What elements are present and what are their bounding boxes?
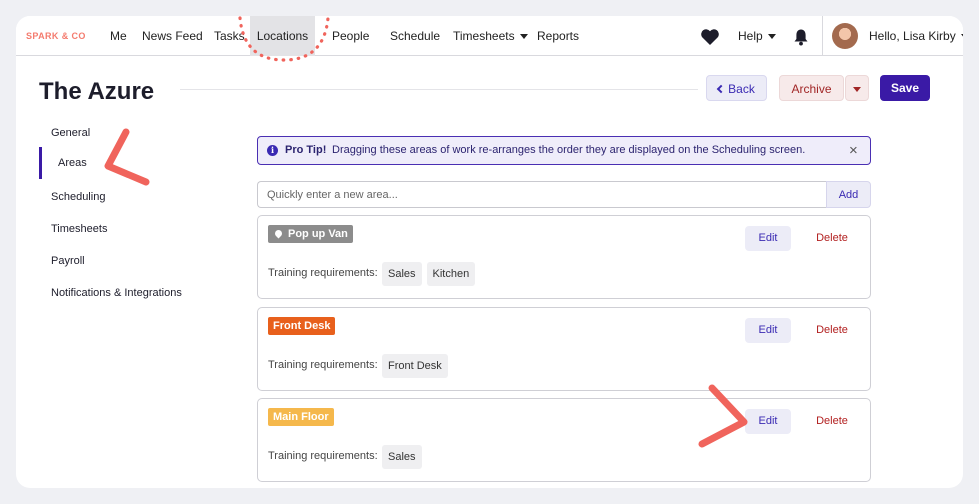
avatar[interactable]	[832, 23, 858, 49]
edit-area-button[interactable]: Edit	[745, 318, 791, 343]
nav-divider	[822, 16, 823, 56]
training-requirements-label: Training requirements:	[268, 267, 378, 279]
map-pin-icon	[273, 228, 284, 239]
pro-tip-banner: i Pro Tip! Dragging these areas of work …	[257, 136, 871, 165]
new-area-input[interactable]	[257, 181, 826, 208]
requirement-chip: Sales	[382, 445, 422, 469]
area-card-pop-up-van[interactable]: Pop up Van Edit Delete Training requirem…	[257, 215, 871, 299]
heart-icon	[701, 29, 719, 45]
training-requirements-label: Training requirements:	[268, 359, 378, 371]
sidebar-item-timesheets[interactable]: Timesheets	[51, 223, 107, 235]
area-card-front-desk[interactable]: Front Desk Edit Delete Training requirem…	[257, 307, 871, 391]
archive-dropdown-button[interactable]	[845, 75, 869, 101]
edit-area-button[interactable]: Edit	[745, 226, 791, 251]
area-name: Front Desk	[273, 320, 331, 332]
archive-button[interactable]: Archive	[779, 75, 844, 101]
bell-icon	[794, 29, 808, 46]
pro-tip-label: Pro Tip!	[285, 144, 327, 156]
requirement-chip: Sales	[382, 262, 422, 286]
training-requirements-list: Sales Kitchen	[382, 262, 476, 286]
back-label: Back	[728, 82, 755, 96]
pro-tip-text: Dragging these areas of work re-arranges…	[332, 144, 806, 156]
edit-area-button[interactable]: Edit	[745, 409, 791, 434]
training-requirements-label: Training requirements:	[268, 450, 378, 462]
add-area-button[interactable]: Add	[826, 181, 871, 208]
area-tag: Pop up Van	[268, 225, 353, 243]
help-menu[interactable]: Help	[738, 16, 776, 56]
area-tag: Main Floor	[268, 408, 334, 426]
close-icon[interactable]: ×	[849, 137, 858, 164]
app-window: SPARK & CO Me News Feed Tasks Locations …	[16, 16, 963, 488]
area-card-main-floor[interactable]: Main Floor Edit Delete Training requirem…	[257, 398, 871, 482]
save-button[interactable]: Save	[880, 75, 930, 101]
top-nav: SPARK & CO Me News Feed Tasks Locations …	[16, 16, 963, 56]
chevron-down-icon	[519, 34, 528, 40]
chevron-down-icon	[960, 34, 963, 40]
chevron-left-icon	[716, 84, 726, 94]
sidebar-item-notifications-integrations[interactable]: Notifications & Integrations	[51, 287, 182, 299]
delete-area-button[interactable]: Delete	[810, 318, 854, 343]
training-requirements-list: Front Desk	[382, 354, 448, 378]
sidebar-item-scheduling[interactable]: Scheduling	[51, 191, 105, 203]
chevron-down-icon	[853, 87, 861, 93]
notifications-button[interactable]	[793, 16, 809, 56]
training-requirements-list: Sales	[382, 445, 422, 469]
area-name: Pop up Van	[288, 228, 348, 240]
area-tag: Front Desk	[268, 317, 336, 335]
nav-item-people[interactable]: People	[332, 16, 369, 56]
delete-area-button[interactable]: Delete	[810, 409, 854, 434]
nav-item-timesheets-label: Timesheets	[453, 29, 515, 43]
help-label: Help	[738, 29, 763, 43]
delete-area-button[interactable]: Delete	[810, 226, 854, 251]
requirement-chip: Front Desk	[382, 354, 448, 378]
requirement-chip: Kitchen	[426, 262, 476, 286]
title-divider	[180, 89, 698, 90]
annotation-chevron-areas	[104, 128, 150, 186]
info-icon: i	[267, 145, 278, 156]
nav-item-news-feed[interactable]: News Feed	[142, 16, 203, 56]
nav-item-me[interactable]: Me	[110, 16, 127, 56]
nav-item-reports[interactable]: Reports	[537, 16, 579, 56]
favorites-heart-button[interactable]	[700, 16, 720, 56]
user-label: Hello, Lisa Kirby	[869, 29, 956, 43]
page-title: The Azure	[39, 78, 155, 105]
area-name: Main Floor	[273, 411, 329, 423]
nav-item-tasks[interactable]: Tasks	[214, 16, 245, 56]
nav-item-schedule[interactable]: Schedule	[390, 16, 440, 56]
user-menu[interactable]: Hello, Lisa Kirby	[869, 16, 963, 56]
brand-logo[interactable]: SPARK & CO	[26, 31, 86, 41]
nav-item-timesheets[interactable]: Timesheets	[453, 16, 528, 56]
back-button[interactable]: Back	[706, 75, 767, 101]
nav-item-locations[interactable]: Locations	[250, 16, 315, 56]
sidebar-item-areas[interactable]: Areas	[39, 147, 87, 179]
sidebar-item-payroll[interactable]: Payroll	[51, 255, 85, 267]
chevron-down-icon	[767, 34, 776, 40]
sidebar-item-general[interactable]: General	[51, 127, 90, 139]
